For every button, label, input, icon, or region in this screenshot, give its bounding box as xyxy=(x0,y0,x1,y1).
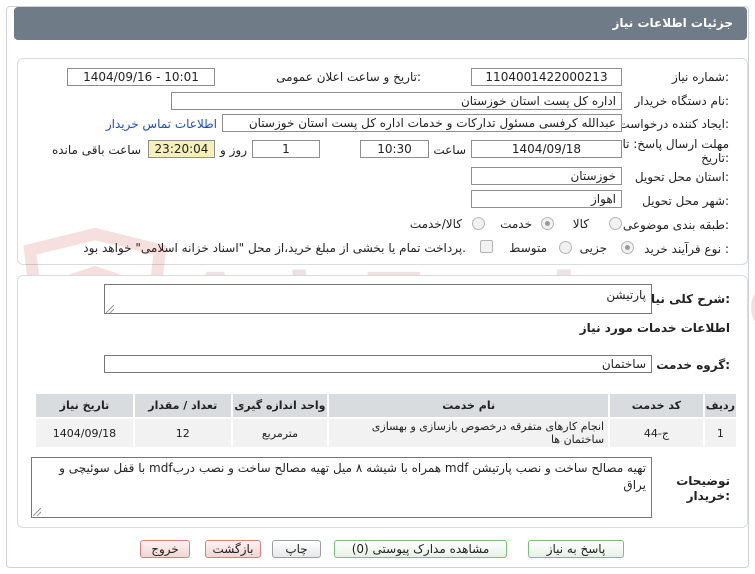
creator-label: ایجاد کننده درخواست: xyxy=(618,117,729,131)
deadline-date-field[interactable]: 1404/09/18 xyxy=(471,140,622,158)
buyer-notes-label-2: خریدار: xyxy=(686,489,730,503)
category-label: طبقه بندی موضوعی: xyxy=(622,218,729,232)
exit-button[interactable]: خروج xyxy=(140,540,190,558)
attachments-button[interactable]: مشاهده مدارک پیوستی (0) xyxy=(334,540,507,558)
category-option-goods-service: کالا/خدمت xyxy=(409,217,462,231)
creator-field[interactable]: عبدالله کرفسی مسئول تدارکات و خدمات ادار… xyxy=(222,114,622,132)
category-radio-service[interactable] xyxy=(541,217,554,230)
service-group-label: گروه خدمت: xyxy=(656,358,730,372)
announce-field[interactable]: 1404/09/16 - 10:01 xyxy=(67,68,215,86)
services-heading: اطلاعات خدمات مورد نیاز xyxy=(579,321,730,335)
buyer-notes-label-1: توضیحات xyxy=(676,474,730,488)
col-header-code: کد خدمت xyxy=(608,392,705,419)
deadline-time-field[interactable]: 10:30 xyxy=(360,140,429,158)
col-header-row: ردیف xyxy=(702,392,739,419)
services-table-header: ردیف کد خدمت نام خدمت واحد اندازه گیری ت… xyxy=(34,392,739,419)
services-table: ردیف کد خدمت نام خدمت واحد اندازه گیری ت… xyxy=(34,392,739,449)
cell-service-name: انجام کارهای متفرقه درخصوص بازسازی و بهس… xyxy=(327,417,611,449)
cell-code: ج-44 xyxy=(608,417,705,449)
col-header-quantity: تعداد / مقدار xyxy=(132,392,233,419)
process-option-medium: متوسط xyxy=(509,241,547,255)
deadline-time-label: ساعت xyxy=(433,143,466,157)
announce-label: تاریخ و ساعت اعلان عمومی: xyxy=(276,70,421,84)
summary-resize-handle[interactable] xyxy=(106,305,114,313)
summary-textarea[interactable]: پارتیشن xyxy=(104,284,652,314)
category-radio-goods-service[interactable] xyxy=(472,217,485,230)
treasury-note: پرداخت تمام یا بخشی از مبلغ خرید،از محل … xyxy=(83,241,466,255)
contact-buyer-link[interactable]: اطلاعات تماس خریدار xyxy=(106,117,217,131)
reply-button[interactable]: پاسخ به نیاز xyxy=(528,540,624,558)
need-number-label: شماره نیاز: xyxy=(671,70,729,84)
category-option-service: خدمت xyxy=(500,217,532,231)
buyer-org-label: نام دستگاه خریدار: xyxy=(634,94,730,108)
cell-quantity: 12 xyxy=(132,417,233,449)
window-title: جزئیات اطلاعات نیاز xyxy=(612,16,733,30)
col-header-name: نام خدمت xyxy=(327,392,611,419)
window-titlebar: جزئیات اطلاعات نیاز xyxy=(14,7,747,40)
days-label: روز و xyxy=(220,143,247,157)
province-field[interactable]: خوزستان xyxy=(471,167,622,185)
deadline-label: مهلت ارسال پاسخ: تا xyxy=(622,137,729,151)
days-field[interactable]: 1 xyxy=(252,140,320,158)
cell-date: 1404/09/18 xyxy=(34,417,135,449)
service-group-field[interactable]: ساختمان xyxy=(104,355,652,373)
process-radio-minor[interactable] xyxy=(621,241,634,254)
category-radio-goods[interactable] xyxy=(609,217,622,230)
buyer-notes-textarea[interactable]: تهیه مصالح ساخت و نصب پارتیشن mdf همراه … xyxy=(31,457,652,518)
category-option-goods: کالا xyxy=(572,217,589,231)
process-radio-medium[interactable] xyxy=(559,241,572,254)
buyer-notes-resize-handle[interactable] xyxy=(33,508,41,516)
table-row: 1 ج-44 انجام کارهای متفرقه درخصوص بازساز… xyxy=(34,417,739,449)
back-button[interactable]: بازگشت xyxy=(205,540,261,558)
remaining-time-field: 23:20:04 xyxy=(148,140,215,158)
process-option-minor: جزیی xyxy=(579,241,607,255)
deadline-label-date: تاریخ: xyxy=(701,151,729,165)
info-section xyxy=(17,58,748,265)
process-label: نوع فرآیند خرید : xyxy=(644,242,729,256)
col-header-unit: واحد اندازه گیری xyxy=(230,392,330,419)
col-header-date: تاریخ نیاز xyxy=(34,392,135,419)
cell-unit: مترمربع xyxy=(230,417,330,449)
city-field[interactable]: اهواز xyxy=(471,190,622,208)
summary-label: شرح کلی نیاز: xyxy=(644,292,730,306)
treasury-checkbox[interactable] xyxy=(480,240,493,253)
remaining-label: ساعت باقی مانده xyxy=(51,143,141,157)
cell-index: 1 xyxy=(702,417,739,449)
need-number-field[interactable]: 1104001422000213 xyxy=(471,68,622,86)
buyer-org-field[interactable]: اداره کل پست استان خوزستان xyxy=(171,92,622,110)
province-label: استان محل تحویل: xyxy=(634,170,729,184)
city-label: شهر محل تحویل: xyxy=(642,194,729,208)
print-button[interactable]: چاپ xyxy=(272,540,321,558)
